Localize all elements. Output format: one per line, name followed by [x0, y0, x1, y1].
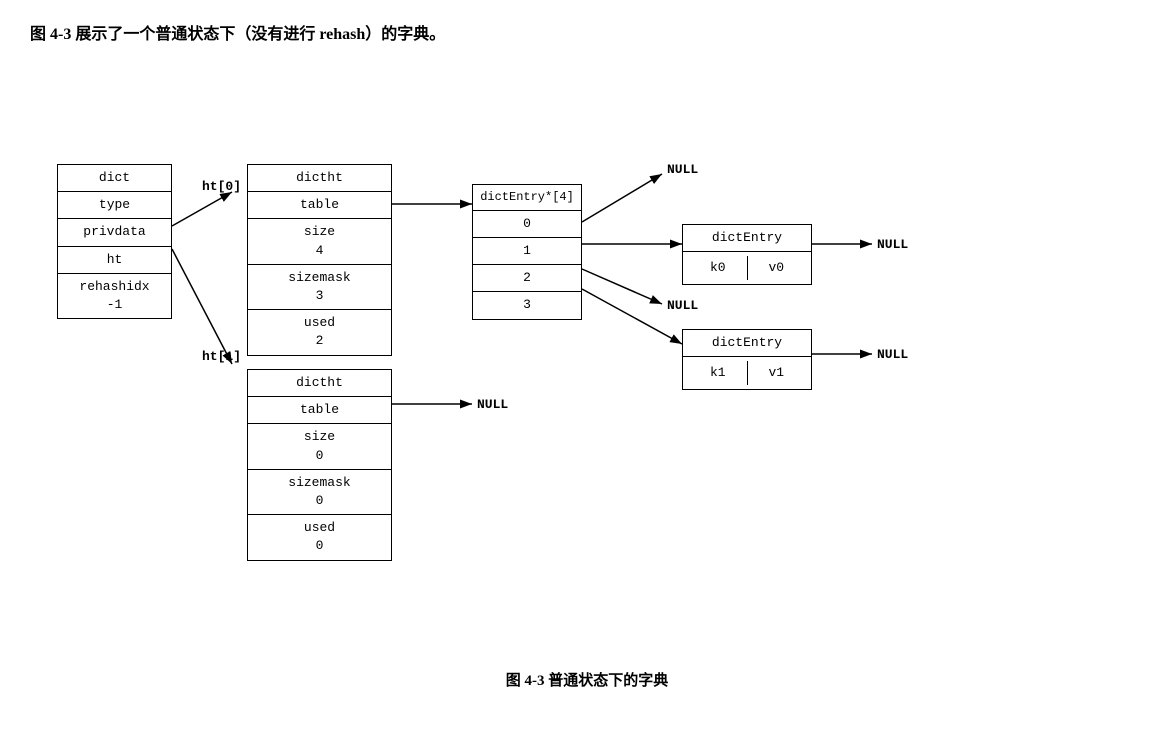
dictentry0-title: dictEntry: [683, 225, 811, 252]
dictht0-size: size 4: [248, 219, 391, 264]
dict-cell-ht: ht: [58, 247, 171, 274]
dictentry-array-title: dictEntry*[4]: [473, 185, 581, 211]
dictht0-used: used 2: [248, 310, 391, 354]
null-entry3-right: NULL: [877, 347, 908, 362]
dict-cell-title: dict: [58, 165, 171, 192]
arrows-svg: [37, 74, 1137, 654]
dictentry0-val: v0: [748, 256, 806, 280]
dict-cell-rehashidx: rehashidx -1: [58, 274, 171, 318]
dictht1-table: table: [248, 397, 391, 424]
dictht0-table: table: [248, 192, 391, 219]
dictht0-sizemask: sizemask 3: [248, 265, 391, 310]
dictht1-used: used 0: [248, 515, 391, 559]
dictentry0-key: k0: [689, 256, 748, 280]
dictentry-array-0: 0: [473, 211, 581, 238]
dictentry3-kv: k1 v1: [683, 357, 811, 389]
dict-box: dict type privdata ht rehashidx -1: [57, 164, 172, 319]
dictht1-title: dictht: [248, 370, 391, 397]
caption: 图 4-3 普通状态下的字典: [30, 669, 1144, 690]
dictentry3-key: k1: [689, 361, 748, 385]
dictht1-box: dictht table size 0 sizemask 0 used 0: [247, 369, 392, 561]
dictht0-box: dictht table size 4 sizemask 3 used 2: [247, 164, 392, 356]
ht0-label: ht[0]: [202, 179, 241, 194]
dict-cell-privdata: privdata: [58, 219, 171, 246]
null-entry0-right: NULL: [877, 237, 908, 252]
null-entry2-label: NULL: [667, 298, 698, 313]
dictentry-array-1: 1: [473, 238, 581, 265]
ht1-label: ht[1]: [202, 349, 241, 364]
dictht0-title: dictht: [248, 165, 391, 192]
dictentry0-kv: k0 v0: [683, 252, 811, 284]
null-ht1-table: NULL: [477, 397, 508, 412]
dictht1-size: size 0: [248, 424, 391, 469]
dictentry-array-3: 3: [473, 292, 581, 318]
dict-cell-type: type: [58, 192, 171, 219]
dictentry-array-box: dictEntry*[4] 0 1 2 3: [472, 184, 582, 320]
diagram-area: dict type privdata ht rehashidx -1 ht[0]…: [37, 74, 1137, 654]
dictentry3-box: dictEntry k1 v1: [682, 329, 812, 390]
dictentry3-title: dictEntry: [683, 330, 811, 357]
intro-text: 图 4-3 展示了一个普通状态下（没有进行 rehash）的字典。: [30, 20, 1144, 44]
dictentry3-val: v1: [748, 361, 806, 385]
dictht1-sizemask: sizemask 0: [248, 470, 391, 515]
dictentry0-box: dictEntry k0 v0: [682, 224, 812, 285]
null-top-label: NULL: [667, 162, 698, 177]
dictentry-array-2: 2: [473, 265, 581, 292]
